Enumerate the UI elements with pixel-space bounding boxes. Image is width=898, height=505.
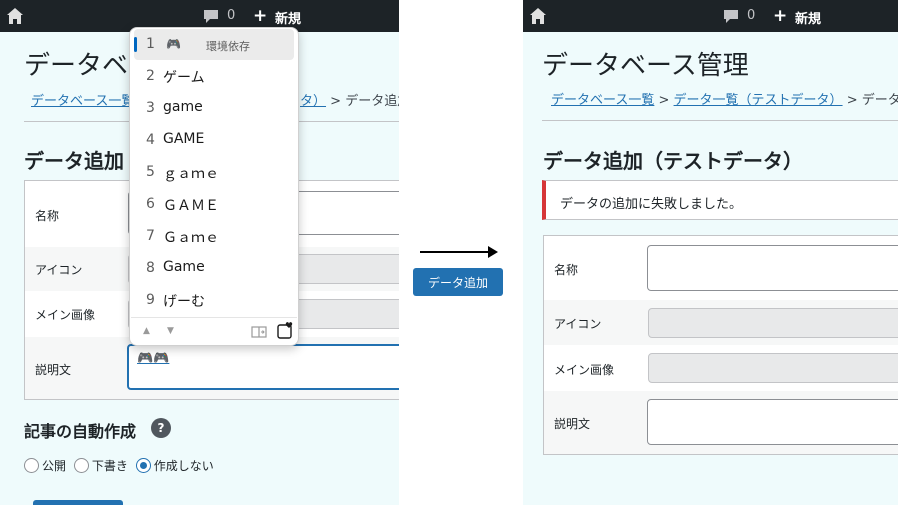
breadcrumb-separator: > [846,93,858,108]
name-input[interactable] [647,245,898,291]
main-image-input[interactable] [648,353,898,383]
transition-arrow-head [488,246,498,258]
candidate-number: 2 [146,68,155,84]
ime-candidate[interactable]: 5 ｇａｍｅ [134,157,294,188]
description-textarea[interactable] [647,399,898,445]
radio-none[interactable] [135,458,151,473]
radio-publish-label: 公開 [42,459,67,473]
candidate-text: ｇａｍｅ [163,166,219,182]
comment-count: 0 [747,8,756,23]
ime-candidate[interactable]: 7 Ｇａｍｅ [134,221,294,252]
breadcrumb: データベース一覧 [31,90,134,109]
plus-icon[interactable]: + [773,7,787,25]
breadcrumb-link-database-list[interactable]: データベース一覧 [31,94,134,109]
section-heading: データ追加 [24,149,124,173]
error-notice: データの追加に失敗しました。 [542,180,898,220]
candidate-number: 3 [146,100,155,116]
ime-footer: ▲ ▼ [131,317,297,345]
radio-draft-label: 下書き [91,459,128,473]
breadcrumb-current: データ追 [861,93,898,108]
form-row-description: 説明文 🎮🎮 [25,337,399,401]
comment-count: 0 [227,8,236,23]
emoji-panel-icon[interactable] [277,322,293,339]
candidate-text: ゲーム [163,70,205,86]
data-form: 名称 アイコン メイン画像 説明文 [543,235,898,455]
breadcrumb-link-data-list[interactable]: タ） [300,94,326,109]
breadcrumb-separator: > [658,93,670,108]
right-screen: 0 + 新規 データベース管理 データベース一覧 > データ一覧（テストデータ）… [523,0,898,505]
auto-article-heading: 記事の自動作成 [24,422,137,441]
comment-icon[interactable] [723,8,739,24]
name-label: 名称 [554,263,579,277]
breadcrumb-current: データ追加 [345,94,399,109]
submit-button[interactable] [33,500,123,505]
breadcrumb-link-database-list[interactable]: データベース一覧 [551,93,654,108]
comment-icon[interactable] [203,8,219,24]
expand-window-icon[interactable] [251,325,267,339]
candidate-number: 8 [146,260,155,276]
candidate-number: 9 [146,292,155,308]
add-data-button[interactable]: データ追加 [413,268,503,296]
candidate-number: 1 [146,36,155,52]
admin-bar: 0 + 新規 [523,0,898,32]
form-row-icon: アイコン [544,300,898,345]
ime-candidate[interactable]: 2 ゲーム [134,61,294,92]
candidate-text: GAME [163,131,205,147]
plus-icon[interactable]: + [253,7,267,25]
breadcrumb-tail: タ） > データ追加 [300,90,399,109]
divider [542,120,898,121]
candidate-annotation: 環境依存 [206,40,250,53]
breadcrumb-link-data-list[interactable]: データ一覧（テストデータ） [674,93,843,108]
page-title: データベ [24,51,129,81]
radio-none-label: 作成しない [153,459,214,473]
form-row-description: 説明文 [544,391,898,455]
transition-arrow [420,251,496,253]
ime-candidate[interactable]: 9 げーむ [134,285,294,316]
main-image-label: メイン画像 [554,363,615,377]
new-content-link[interactable]: 新規 [795,8,821,27]
ime-candidate[interactable]: 1 🎮 環境依存 [134,29,294,60]
help-icon[interactable]: ? [151,418,171,438]
icon-input[interactable] [648,308,898,338]
ime-candidate[interactable]: 8 Game [134,253,294,284]
section-heading: データ追加（テストデータ） [543,149,803,173]
candidate-text: 🎮 [166,37,181,51]
selection-indicator [134,37,137,52]
form-row-name: 名称 [544,236,898,300]
candidate-number: 4 [146,132,155,148]
name-label: 名称 [35,209,60,223]
description-composing-text: 🎮🎮 [137,351,170,366]
ime-candidate[interactable]: 6 ＧＡＭＥ [134,189,294,220]
candidate-number: 5 [146,164,155,180]
candidate-text: Ｇａｍｅ [163,230,219,246]
ime-candidate[interactable]: 4 GAME [134,125,294,156]
auto-article-options: 公開 下書き 作成しない [24,457,218,474]
description-label: 説明文 [35,363,72,377]
new-content-link[interactable]: 新規 [275,8,301,27]
home-icon[interactable] [6,7,24,25]
candidate-number: 6 [146,196,155,212]
candidate-text: game [163,99,203,115]
description-label: 説明文 [554,417,591,431]
icon-label: アイコン [554,317,602,331]
candidate-text: ＧＡＭＥ [163,198,219,214]
candidate-text: げーむ [163,294,205,310]
breadcrumb: データベース一覧 > データ一覧（テストデータ） > データ追 [551,89,898,108]
candidate-number: 7 [146,228,155,244]
ime-candidate[interactable]: 3 game [134,93,294,124]
radio-publish[interactable] [24,458,39,473]
radio-draft[interactable] [73,458,89,473]
home-icon[interactable] [529,7,547,25]
description-textarea[interactable]: 🎮🎮 [127,344,399,390]
main-image-label: メイン画像 [35,308,96,322]
breadcrumb-separator: > [330,94,342,109]
page-title: データベース管理 [542,51,749,81]
page-down-icon[interactable]: ▼ [167,326,174,336]
icon-label: アイコン [35,263,83,277]
ime-candidate-window: 1 🎮 環境依存 2 ゲーム 3 game 4 GAME 5 ｇａｍｅ 6 ＧＡ… [129,27,299,346]
candidate-text: Game [163,259,205,275]
form-row-main-image: メイン画像 [544,345,898,391]
page-up-icon[interactable]: ▲ [143,326,150,336]
